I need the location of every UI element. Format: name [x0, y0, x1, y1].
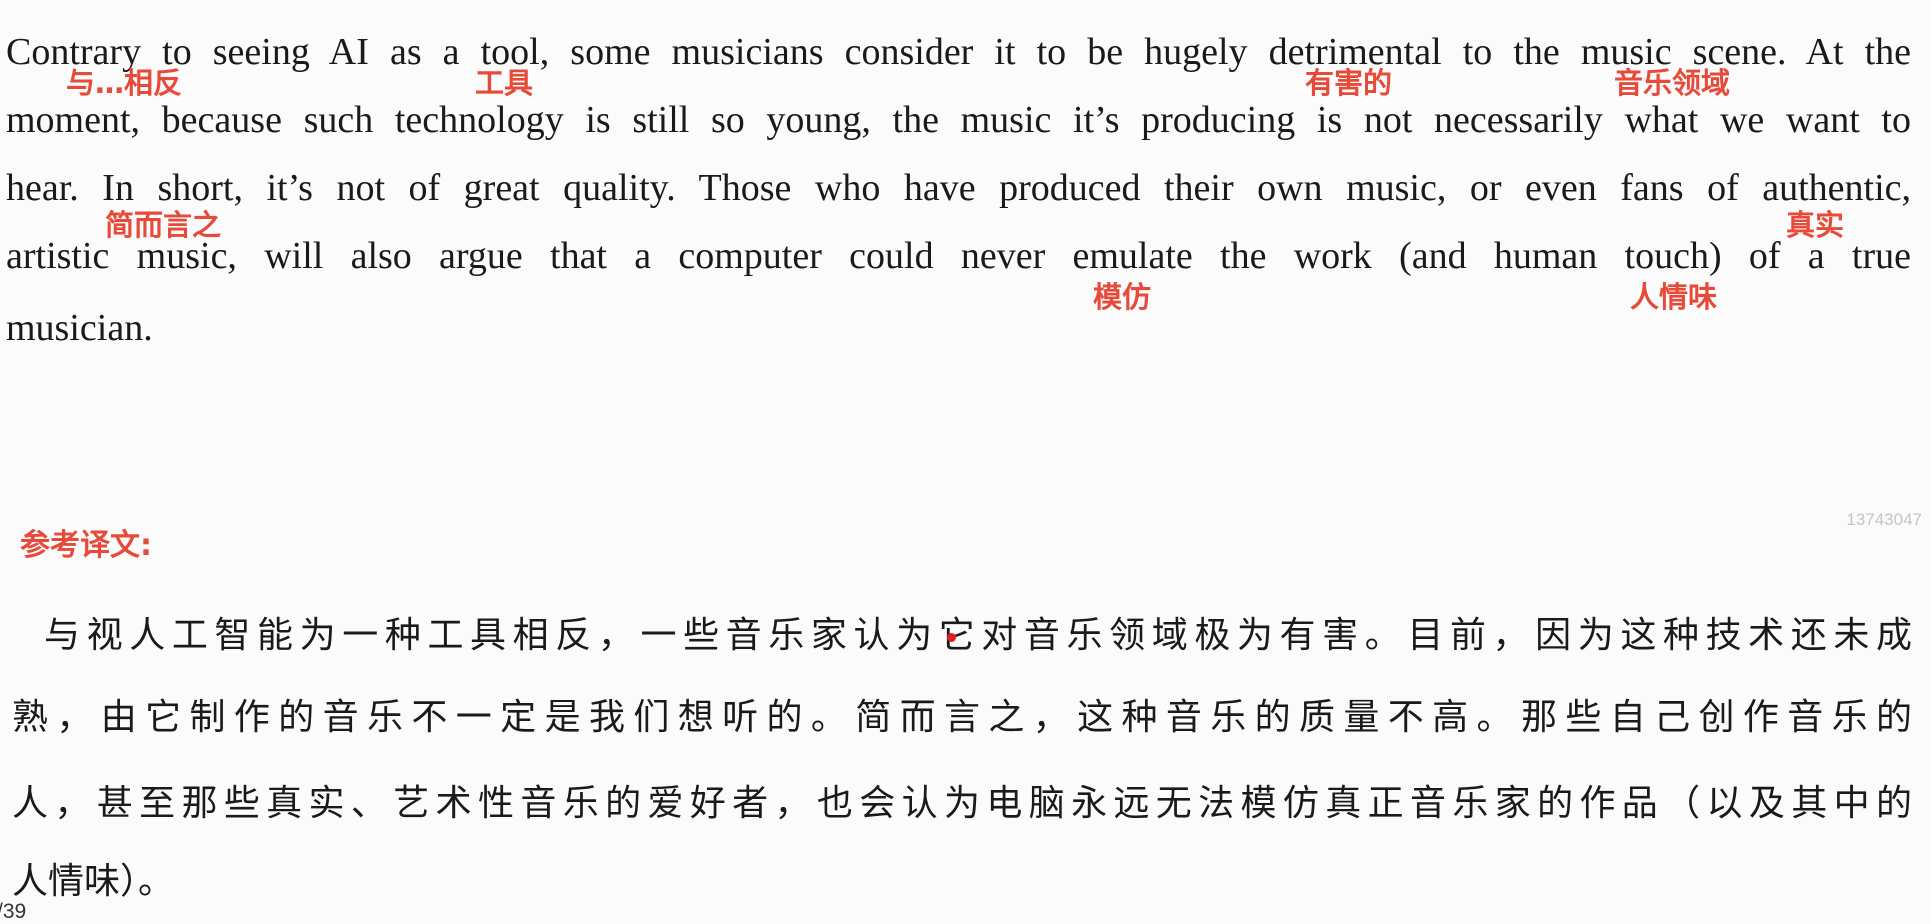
translation-line-3: 人，甚至那些真实、艺术性音乐的爱好者，也会认为电脑永远无法模仿真正音乐家的作品（… — [12, 783, 1912, 824]
translation-line-2: 熟，由它制作的音乐不一定是我们想听的。简而言之，这种音乐的质量不高。那些自己创作… — [12, 697, 1912, 738]
watermark-id: 13743047 — [1846, 510, 1922, 529]
annotation-detrimental: 有害的 — [1305, 66, 1393, 100]
translation-line-1: 与视人工智能为一种工具相反，一些音乐家认为它对音乐领域极为有害。目前，因为这种技… — [44, 615, 1912, 656]
laser-pointer-dot — [947, 633, 956, 642]
passage-line-3: hear. In short, it’s not of great qualit… — [6, 167, 1911, 209]
annotation-emulate: 模仿 — [1093, 280, 1152, 314]
document-page: Contrary to seeing AI as a tool, some mu… — [0, 0, 1930, 923]
annotation-authentic: 真实 — [1786, 208, 1845, 242]
translation-line-4: 人情味）。 — [12, 861, 175, 902]
annotation-music-scene: 音乐领域 — [1614, 66, 1731, 100]
page-number: /39 — [0, 900, 27, 923]
annotation-in-short: 简而言之 — [105, 208, 222, 242]
annotation-contrary-to: 与…相反 — [66, 66, 183, 100]
passage-line-2: moment, because such technology is still… — [6, 99, 1911, 141]
annotation-human-touch: 人情味 — [1630, 280, 1718, 314]
translation-heading: 参考译文: — [20, 528, 152, 563]
passage-line-4: artistic music, will also argue that a c… — [6, 235, 1911, 277]
annotation-tool: 工具 — [475, 66, 534, 100]
passage-line-5: musician. — [6, 307, 153, 349]
